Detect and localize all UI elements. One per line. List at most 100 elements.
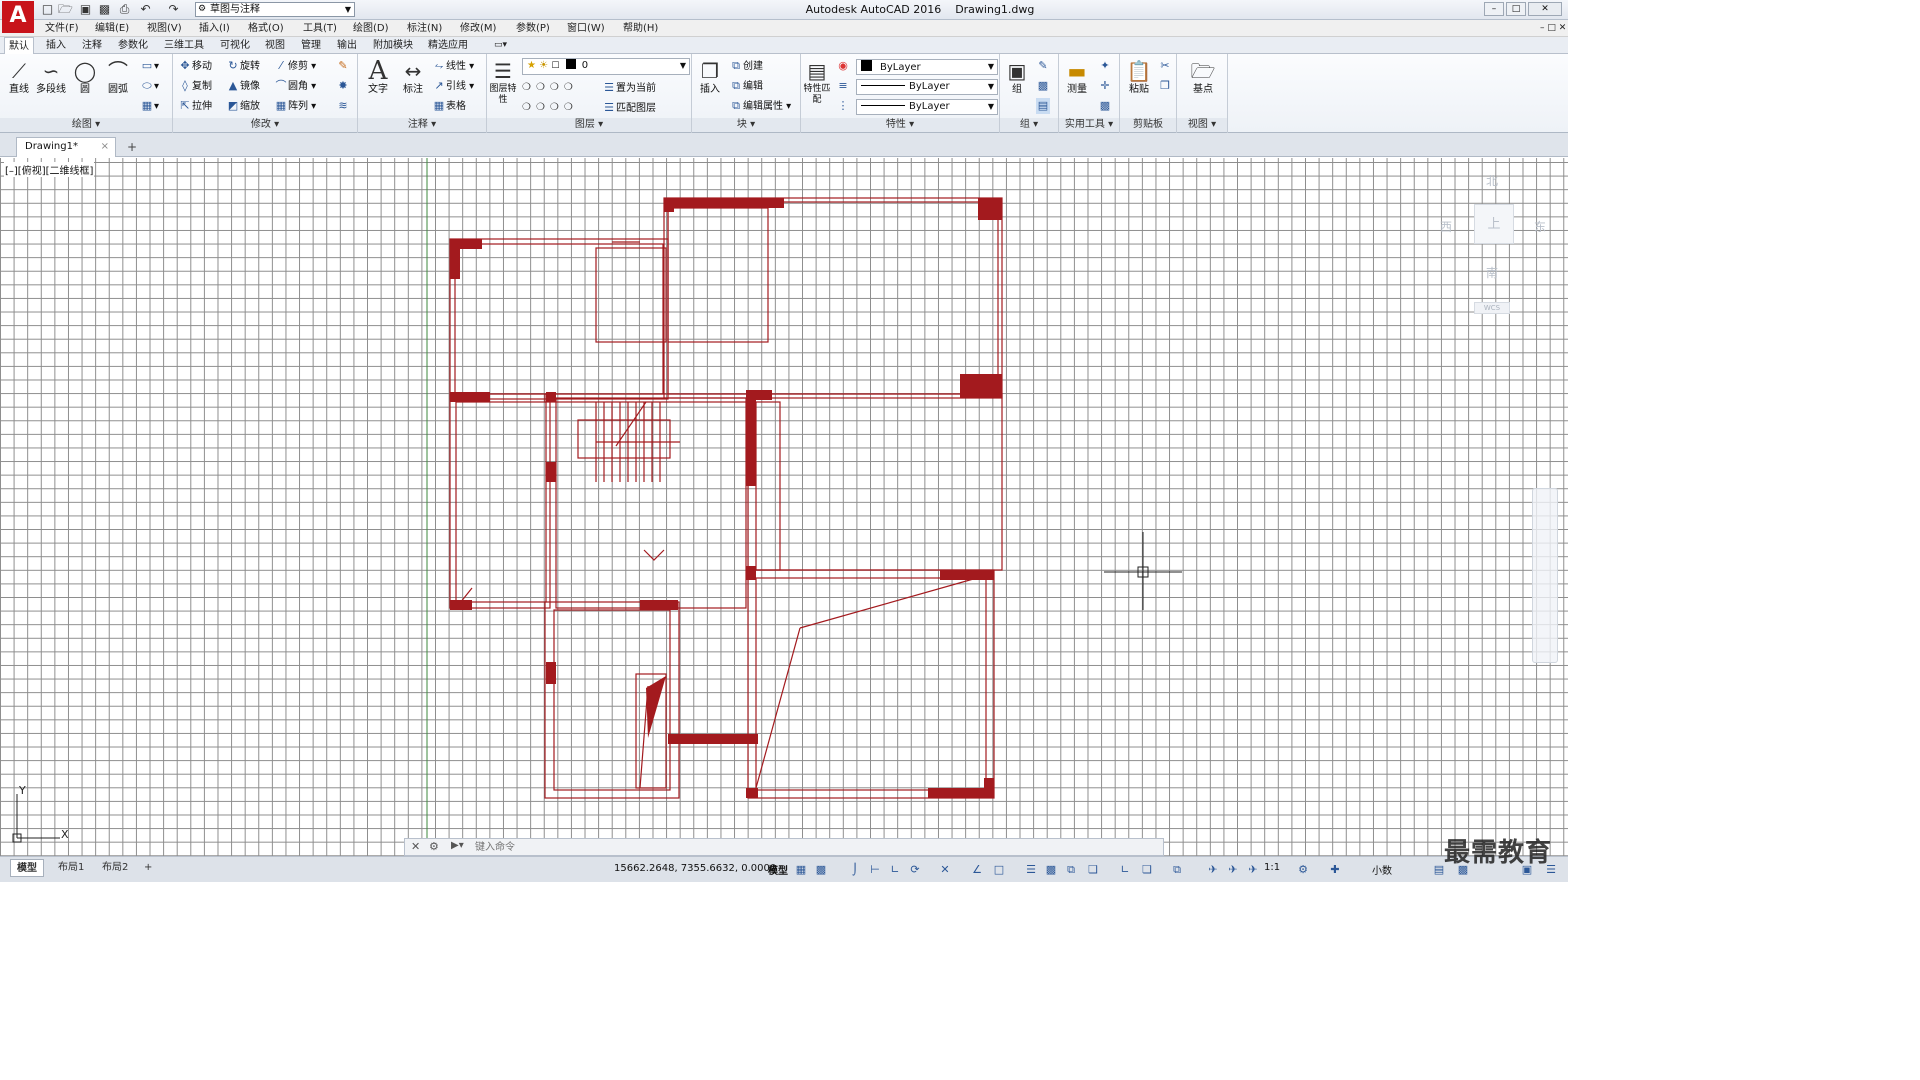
base-view-tool[interactable]: 🗁 基点	[1186, 58, 1220, 96]
layer-tool-icons[interactable]: ❍❍❍❍	[522, 100, 578, 116]
table-tool[interactable]: ▦ 表格	[432, 98, 466, 114]
menu-parametric[interactable]: 参数(P)	[516, 21, 550, 36]
hatch-tool[interactable]: ▦ ▾	[140, 98, 159, 114]
layer-dropdown[interactable]: ★ ☀ ☐ 0 ▼	[522, 58, 690, 75]
coordinates-readout[interactable]: 15662.2648, 7355.6632, 0.0000	[614, 863, 776, 874]
tab-3d-tools[interactable]: 三维工具	[160, 37, 208, 54]
dynamic-input-icon[interactable]: ⊢	[868, 863, 882, 877]
copy-clip-tool[interactable]: ❐	[1158, 78, 1172, 94]
fillet-tool[interactable]: ⌒ 圆角 ▾	[274, 78, 317, 94]
menu-dimension[interactable]: 标注(N)	[407, 21, 442, 36]
wrench-icon[interactable]: ⚙	[429, 840, 439, 853]
tab-featured-apps[interactable]: 精选应用	[424, 37, 472, 54]
tab-output[interactable]: 输出	[333, 37, 361, 54]
minimize-button[interactable]: –	[1484, 2, 1504, 16]
modify-panel-title[interactable]: 修改 ▾	[173, 118, 357, 132]
move-tool[interactable]: ✥ 移动	[178, 58, 212, 74]
properties-panel-title[interactable]: 特性 ▾	[801, 118, 999, 132]
tab-layout2[interactable]: 布局2	[96, 859, 134, 877]
tab-layout1[interactable]: 布局1	[52, 859, 90, 877]
color-dropdown[interactable]: ByLayer ▼	[856, 59, 998, 75]
plot-icon[interactable]: ⎙	[117, 2, 132, 17]
rotate-tool[interactable]: ↻ 旋转	[226, 58, 260, 74]
selection-cycling-icon[interactable]: ⧉	[1064, 863, 1078, 877]
menu-file[interactable]: 文件(F)	[45, 21, 79, 36]
explode-tool[interactable]: ✸	[336, 78, 350, 94]
stretch-tool[interactable]: ⇱ 拉伸	[178, 98, 212, 114]
block-panel-title[interactable]: 块 ▾	[692, 118, 800, 132]
menu-draw[interactable]: 绘图(D)	[353, 21, 389, 36]
calculator-tool[interactable]: ▩	[1098, 98, 1112, 114]
annotation-scale-value[interactable]: 1:1	[1264, 862, 1280, 873]
object-snap-tracking-icon[interactable]: ∠	[970, 863, 984, 877]
linetype-dropdown[interactable]: ByLayer ▼	[856, 79, 998, 95]
create-block-tool[interactable]: ⧉ 创建	[729, 58, 763, 74]
tab-insert[interactable]: 插入	[42, 37, 70, 54]
tab-model[interactable]: 模型	[10, 859, 44, 877]
isodraft-icon[interactable]: ✕	[938, 863, 952, 877]
leader-tool[interactable]: ↗ 引线 ▾	[432, 78, 474, 94]
viewcube-south[interactable]: 南	[1486, 264, 1498, 281]
quick-select-tool[interactable]: ✦	[1098, 58, 1112, 74]
new-file-icon[interactable]: □	[40, 2, 55, 17]
viewcube-east[interactable]: 东	[1534, 218, 1546, 235]
mirror-tool[interactable]: ▲ 镜像	[226, 78, 260, 94]
ungroup-tool[interactable]: ✎	[1036, 58, 1050, 74]
point-tool[interactable]: ✛	[1098, 78, 1112, 94]
close-button[interactable]: ✕	[1528, 2, 1562, 16]
layer-state-icons[interactable]: ❍❍❍❍	[522, 80, 578, 96]
selection-filter-icon[interactable]: ❏	[1140, 863, 1154, 877]
viewport-controls-label[interactable]: [–][俯视][二维线框]	[4, 162, 95, 177]
menu-format[interactable]: 格式(O)	[248, 21, 284, 36]
menu-window[interactable]: 窗口(W)	[567, 21, 605, 36]
menu-edit[interactable]: 编辑(E)	[95, 21, 129, 36]
menu-insert[interactable]: 插入(I)	[199, 21, 230, 36]
application-menu-button[interactable]: A	[2, 1, 34, 33]
cut-tool[interactable]: ✂	[1158, 58, 1172, 74]
arc-tool[interactable]: ⌒ 圆弧	[101, 58, 135, 96]
doc-window-controls[interactable]: – □ ✕	[1540, 21, 1566, 36]
view-panel-title[interactable]: 视图 ▾	[1177, 118, 1227, 132]
transparency-icon[interactable]: ▩	[1044, 863, 1058, 877]
new-tab-button[interactable]: +	[124, 139, 140, 155]
maximize-button[interactable]: □	[1506, 2, 1526, 16]
tab-home[interactable]: 默认	[4, 37, 34, 54]
gizmo-icon[interactable]: ⧉	[1170, 863, 1184, 877]
ribbon-minimize-icon[interactable]: ▭▾	[490, 37, 511, 54]
snap-icon[interactable]: ▩	[814, 863, 828, 877]
annotation-panel-title[interactable]: 注释 ▾	[358, 118, 486, 132]
tab-addins[interactable]: 附加模块	[369, 37, 417, 54]
groups-panel-title[interactable]: 组 ▾	[1000, 118, 1058, 132]
paste-tool[interactable]: 📋 粘贴	[1122, 58, 1156, 96]
save-as-icon[interactable]: ▩	[97, 2, 112, 17]
edit-block-tool[interactable]: ⧉ 编辑	[729, 78, 763, 94]
save-icon[interactable]: ▣	[78, 2, 93, 17]
ortho-icon[interactable]: ∟	[888, 863, 902, 877]
tab-visualize[interactable]: 可视化	[216, 37, 254, 54]
set-current-tool[interactable]: ☰ 置为当前	[602, 80, 656, 96]
layers-panel-title[interactable]: 图层 ▾	[487, 118, 691, 132]
infer-constraints-icon[interactable]: ⌡	[848, 863, 862, 877]
dynamic-ucs-icon[interactable]: ∟	[1118, 863, 1132, 877]
viewcube-north[interactable]: 北	[1486, 172, 1498, 189]
offset-tool[interactable]: ≋	[336, 98, 350, 114]
ellipse-tool[interactable]: ⬭ ▾	[140, 78, 159, 94]
linear-dim-tool[interactable]: ⥊ 线性 ▾	[432, 58, 475, 74]
model-space-toggle[interactable]: 模型	[768, 862, 788, 877]
add-layout-button[interactable]: +	[138, 859, 158, 877]
viewcube-west[interactable]: 西	[1440, 218, 1452, 235]
measure-tool[interactable]: ▬ 测量	[1060, 58, 1094, 96]
command-input[interactable]	[475, 839, 1155, 855]
polyline-tool[interactable]: ∽ 多段线	[34, 58, 68, 96]
viewcube[interactable]: 北 西 东 南 上 WCS	[1430, 168, 1550, 314]
utilities-panel-title[interactable]: 实用工具 ▾	[1059, 118, 1119, 132]
tab-view[interactable]: 视图	[261, 37, 289, 54]
open-file-icon[interactable]: 🗁	[58, 2, 73, 17]
menu-help[interactable]: 帮助(H)	[623, 21, 658, 36]
units-dropdown[interactable]: 小数	[1372, 862, 1392, 877]
circle-tool[interactable]: ◯ 圆	[68, 58, 102, 96]
tab-parametric[interactable]: 参数化	[114, 37, 152, 54]
plus-icon[interactable]: ✚	[1328, 863, 1342, 877]
undo-icon[interactable]: ↶	[138, 2, 153, 17]
close-icon[interactable]: ✕	[411, 840, 420, 853]
